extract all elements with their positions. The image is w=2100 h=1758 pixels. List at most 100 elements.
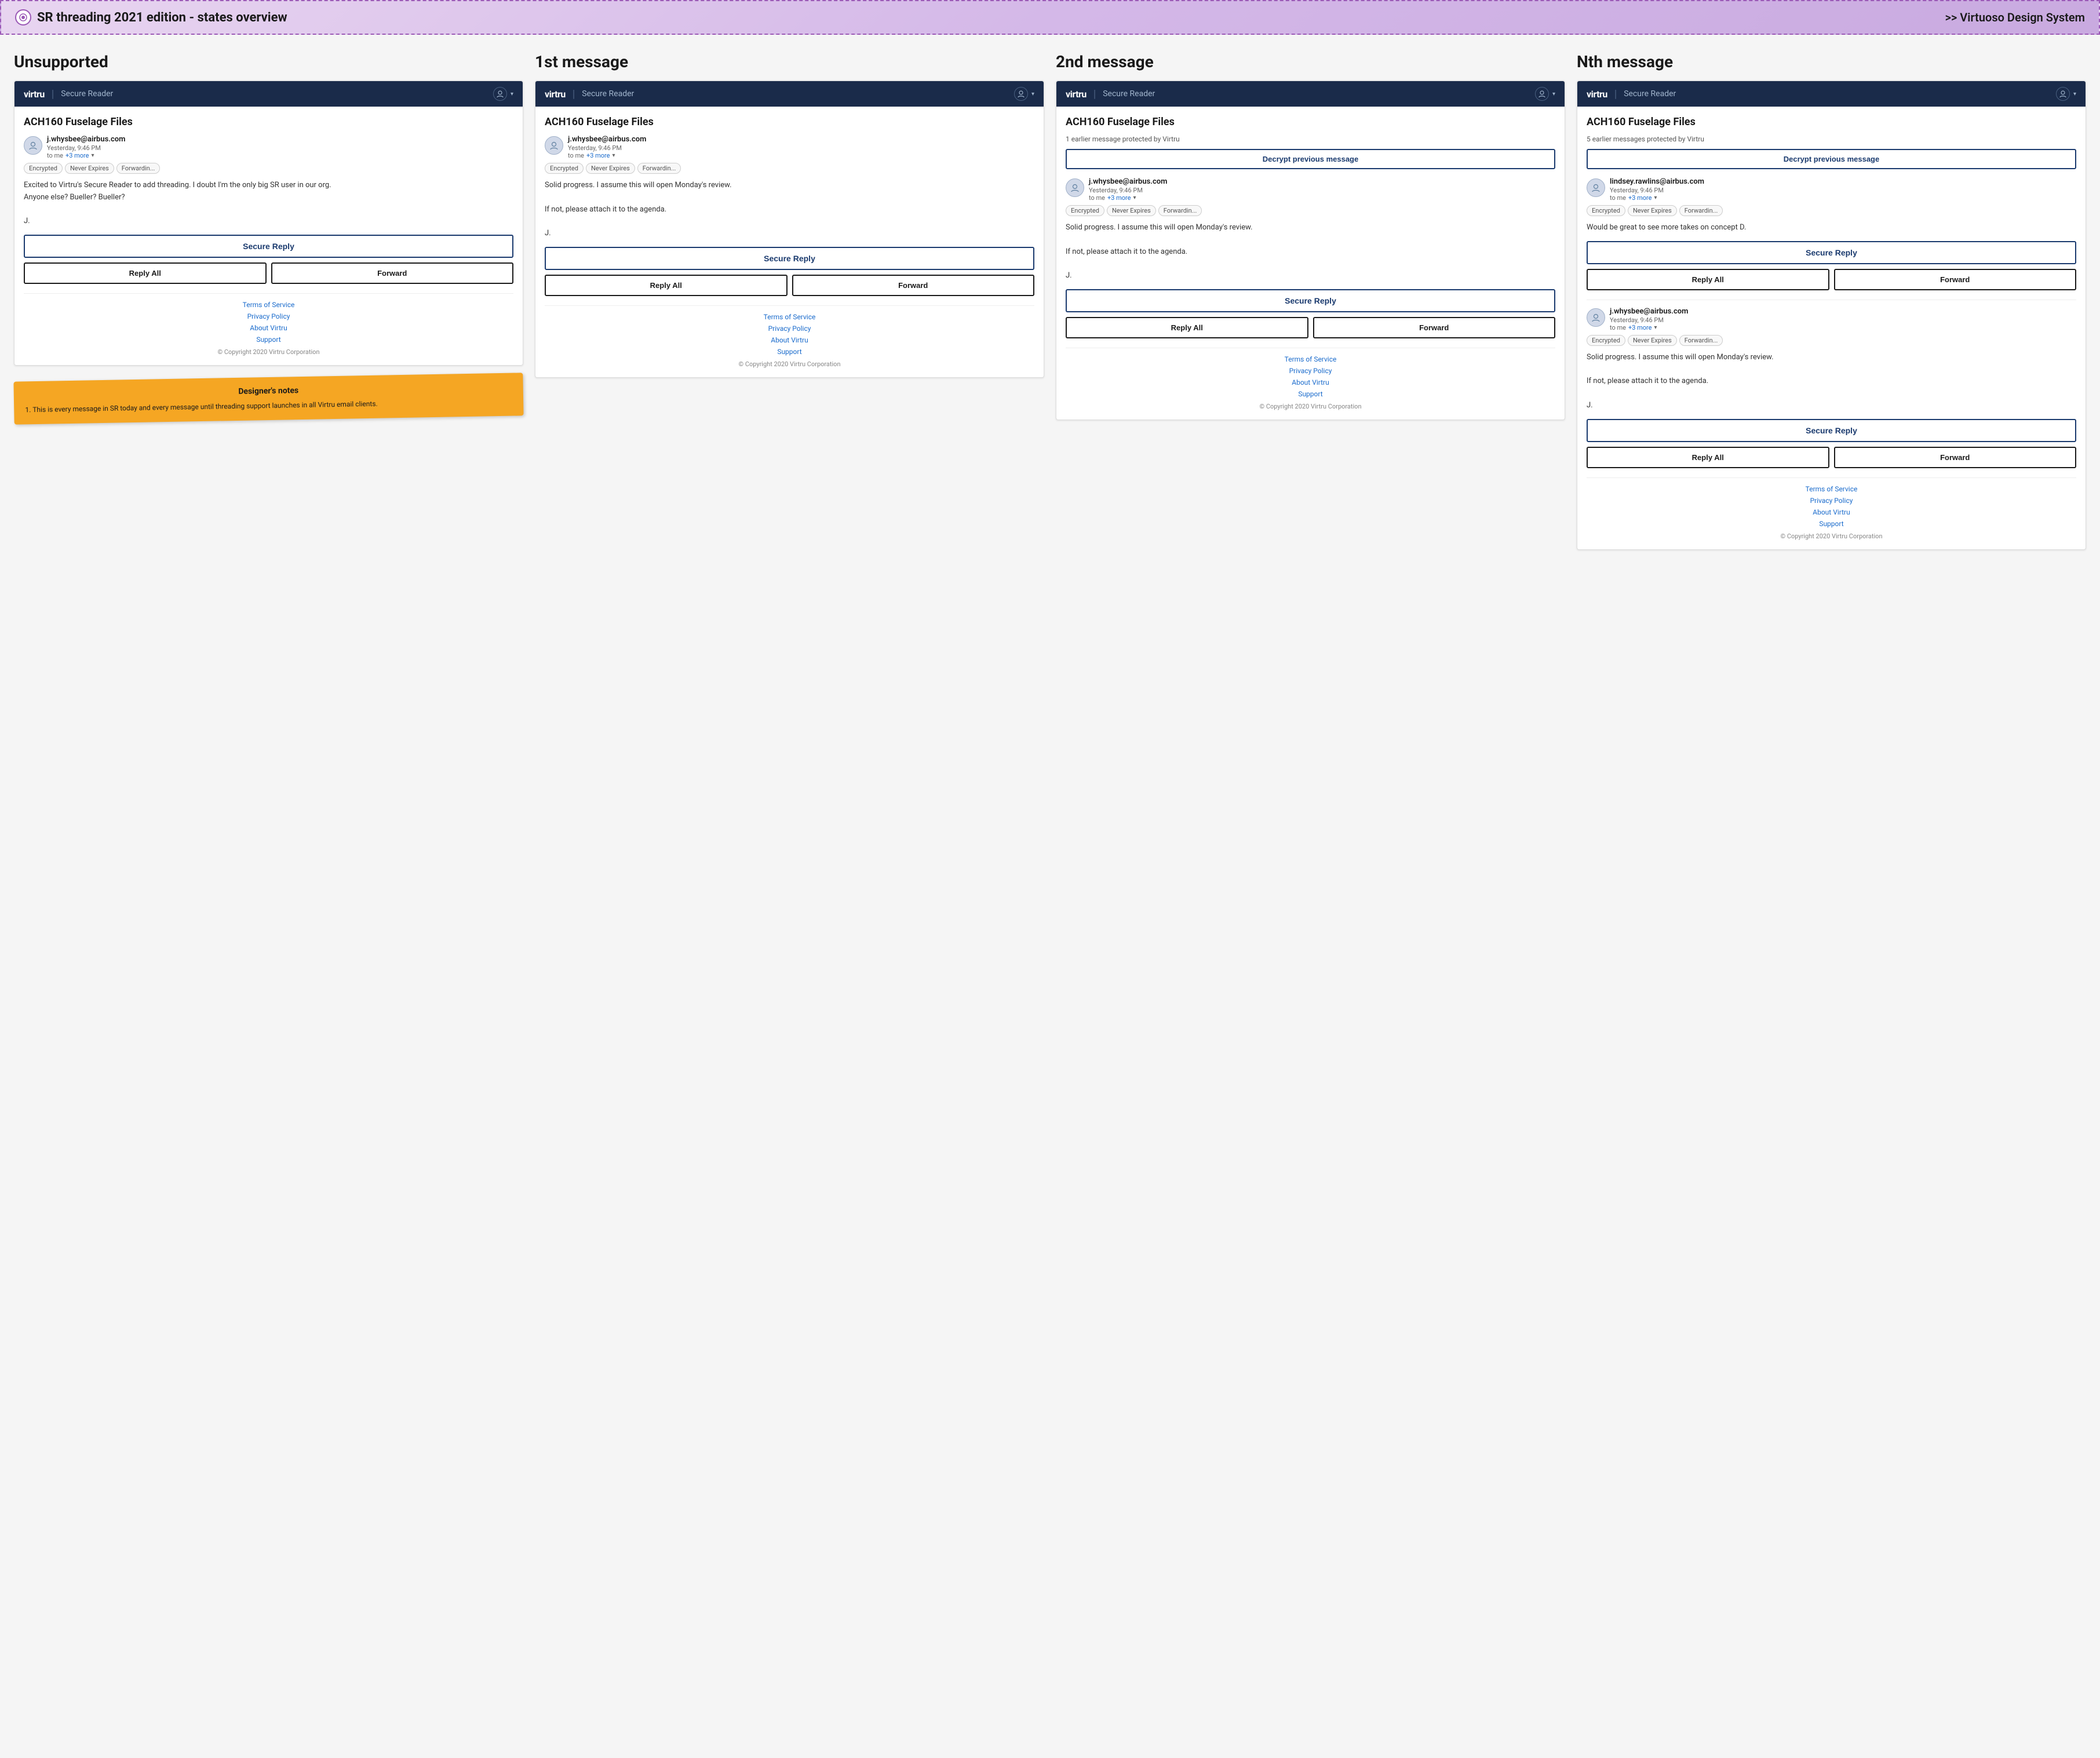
user-icon-nth[interactable] (2056, 87, 2070, 101)
user-icon[interactable] (493, 87, 507, 101)
sr-header-unsupported: virtru | Secure Reader ▾ (14, 81, 523, 107)
reply-all-button[interactable]: Reply All (24, 262, 267, 284)
more-link-nth-1[interactable]: +3 more (1628, 194, 1652, 202)
forward-btn-1st[interactable]: Forward (792, 275, 1035, 296)
sender-row-1st: j.whysbee@airbus.com Yesterday, 9:46 PM … (545, 135, 1034, 159)
secure-reader-label: Secure Reader (61, 89, 113, 99)
privacy-2nd[interactable]: Privacy Policy (1066, 367, 1555, 375)
secure-reply-btn-nth-2[interactable]: Secure Reply (1587, 419, 2076, 442)
tag-encrypted: Encrypted (24, 163, 63, 174)
more-link-nth-2[interactable]: +3 more (1628, 324, 1652, 331)
to-text: to me (47, 152, 63, 159)
tag-forwarding: Forwardin... (116, 163, 161, 174)
support-1st[interactable]: Support (545, 348, 1034, 356)
copyright-nth: © Copyright 2020 Virtru Corporation (1587, 532, 2076, 540)
chevron-nth: ▾ (2073, 91, 2076, 97)
notes-list: This is every message in SR today and ev… (23, 396, 514, 415)
tag-fwd-2nd: Forwardin... (1158, 205, 1202, 216)
tag-enc-nth-1: Encrypted (1587, 205, 1625, 216)
about-2nd[interactable]: About Virtru (1066, 378, 1555, 386)
secure-reply-btn-1st[interactable]: Secure Reply (545, 247, 1034, 270)
user-icon-1st[interactable] (1014, 87, 1028, 101)
sr-header-2nd: virtru | Secure Reader ▾ (1056, 81, 1565, 107)
chevron-icon-1st: ▾ (1031, 91, 1034, 97)
decrypt-btn-nth[interactable]: Decrypt previous message (1587, 149, 2076, 169)
column-title-nth: Nth message (1577, 52, 2086, 71)
support-2nd[interactable]: Support (1066, 390, 1555, 398)
virtru-logo-nth: virtru (1587, 89, 1607, 100)
message-block: j.whysbee@airbus.com Yesterday, 9:46 PM … (24, 135, 513, 228)
forward-btn-nth-1[interactable]: Forward (1834, 269, 2077, 290)
about-nth[interactable]: About Virtru (1587, 508, 2076, 516)
forward-button[interactable]: Forward (271, 262, 514, 284)
card-body-unsupported: ACH160 Fuselage Files j.whysbee@ (14, 107, 523, 365)
forward-btn-2nd[interactable]: Forward (1313, 317, 1556, 338)
banner-title: SR threading 2021 edition - states overv… (37, 10, 287, 25)
divider-2nd: | (1093, 88, 1096, 100)
to-line: to me +3 more ▾ (47, 152, 513, 159)
email-title-unsupported: ACH160 Fuselage Files (24, 116, 513, 128)
reply-all-btn-2nd[interactable]: Reply All (1066, 317, 1308, 338)
column-unsupported: Unsupported virtru | Secure Reader (14, 52, 523, 420)
more-recipients-link[interactable]: +3 more (65, 152, 89, 159)
sr-header-1st: virtru | Secure Reader ▾ (535, 81, 1044, 107)
banner-right-text: >> Virtuoso Design System (1945, 10, 2085, 24)
avatar-1st (545, 136, 563, 155)
privacy-link[interactable]: Privacy Policy (24, 312, 513, 320)
designers-notes: Designer's notes This is every message i… (13, 373, 523, 425)
email-body-2nd: Solid progress. I assume this will open … (1066, 222, 1555, 282)
terms-link[interactable]: Terms of Service (24, 301, 513, 309)
secure-reply-button[interactable]: Secure Reply (24, 235, 513, 258)
sender-email: j.whysbee@airbus.com (47, 135, 513, 144)
btn-row-1st: Reply All Forward (545, 275, 1034, 296)
sr-card-nth: virtru | Secure Reader ▾ (1577, 81, 2086, 550)
support-link[interactable]: Support (24, 335, 513, 344)
about-1st[interactable]: About Virtru (545, 336, 1034, 344)
forward-btn-nth-2[interactable]: Forward (1834, 447, 2077, 468)
sr-header-right-2nd: ▾ (1535, 87, 1555, 101)
to-text-1st: to me (568, 152, 584, 159)
sender-info-nth-2: j.whysbee@airbus.com Yesterday, 9:46 PM … (1610, 307, 2076, 331)
earlier-notice-2nd: 1 earlier message protected by Virtru (1066, 135, 1555, 143)
sr-header-left: virtru | Secure Reader (24, 88, 113, 100)
sr-label-nth: Secure Reader (1624, 89, 1676, 99)
tag-fwd-1st: Forwardin... (637, 163, 681, 174)
avatar-nth-2 (1587, 308, 1605, 327)
sr-card-unsupported: virtru | Secure Reader ▾ (14, 81, 523, 366)
sender-date-2nd: Yesterday, 9:46 PM (1089, 187, 1555, 194)
sender-info-2nd: j.whysbee@airbus.com Yesterday, 9:46 PM … (1089, 177, 1555, 202)
reply-all-btn-nth-1[interactable]: Reply All (1587, 269, 1829, 290)
email-body-nth-2: Solid progress. I assume this will open … (1587, 352, 2076, 412)
tag-enc-1st: Encrypted (545, 163, 584, 174)
terms-1st[interactable]: Terms of Service (545, 313, 1034, 321)
reply-all-btn-1st[interactable]: Reply All (545, 275, 788, 296)
sr-header-right-nth: ▾ (2056, 87, 2076, 101)
tags-row-nth-2: Encrypted Never Expires Forwardin... (1587, 335, 2076, 346)
secure-reply-btn-2nd[interactable]: Secure Reply (1066, 289, 1555, 312)
to-line-nth-1: to me +3 more ▾ (1610, 194, 2076, 202)
footer-links: Terms of Service Privacy Policy About Vi… (24, 293, 513, 356)
virtru-divider: | (52, 88, 54, 100)
message-block-nth-1: lindsey.rawlins@airbus.com Yesterday, 9:… (1587, 177, 2076, 234)
about-link[interactable]: About Virtru (24, 324, 513, 332)
privacy-nth[interactable]: Privacy Policy (1587, 497, 2076, 505)
more-link-2nd[interactable]: +3 more (1107, 194, 1131, 202)
decrypt-btn-2nd[interactable]: Decrypt previous message (1066, 149, 1555, 169)
terms-2nd[interactable]: Terms of Service (1066, 355, 1555, 363)
column-title-unsupported: Unsupported (14, 52, 523, 71)
terms-nth[interactable]: Terms of Service (1587, 485, 2076, 493)
support-nth[interactable]: Support (1587, 520, 2076, 528)
privacy-1st[interactable]: Privacy Policy (545, 324, 1034, 333)
column-title-1st: 1st message (535, 52, 1044, 71)
chevron-down-icon: ▾ (511, 91, 513, 97)
sender-row-nth-2: j.whysbee@airbus.com Yesterday, 9:46 PM … (1587, 307, 2076, 331)
chevron-2nd: ▾ (1552, 91, 1555, 97)
secure-reply-btn-nth-1[interactable]: Secure Reply (1587, 241, 2076, 264)
more-link-1st[interactable]: +3 more (586, 152, 610, 159)
reply-all-btn-nth-2[interactable]: Reply All (1587, 447, 1829, 468)
email-title-1st: ACH160 Fuselage Files (545, 116, 1034, 128)
message-block-2nd: j.whysbee@airbus.com Yesterday, 9:46 PM … (1066, 177, 1555, 282)
columns-container: Unsupported virtru | Secure Reader (14, 52, 2086, 550)
user-icon-2nd[interactable] (1535, 87, 1549, 101)
message-block-nth-2: j.whysbee@airbus.com Yesterday, 9:46 PM … (1587, 307, 2076, 412)
